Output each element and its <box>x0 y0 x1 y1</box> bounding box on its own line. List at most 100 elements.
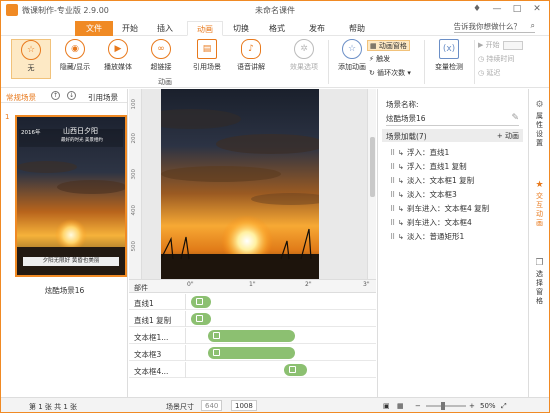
animation-pane-button[interactable]: ▦ 动画窗格 <box>367 40 410 51</box>
tab-file[interactable]: 文件 <box>75 21 113 36</box>
timeline-bar[interactable] <box>208 347 296 359</box>
interaction-panel: 场景名称: 炫酷场景16 ✎ 场景加载(7) + 动画 ⠿ ↳ 浮入：直线1 ⠿ ↳ 浮入… <box>377 89 527 397</box>
timeline-header-label: 部件 <box>134 284 148 292</box>
enter-effect-icon <box>288 366 296 373</box>
animation-event-item[interactable]: ⠿ ↳ 刹车进入：文本框4 <box>390 217 472 229</box>
animation-event-item[interactable]: ⠿ ↳ 浮入：直线1 <box>390 147 449 159</box>
add-animation-button[interactable]: ☆ 添加动画 <box>332 39 372 79</box>
tab-help[interactable]: 帮助 <box>343 21 371 36</box>
repeat-button[interactable]: ↻ 循环次数 ▾ <box>369 68 411 79</box>
side-tab-selection-label: 选择窗格 <box>536 270 543 305</box>
timeline-divider <box>185 311 186 327</box>
arrow-up-icon[interactable]: ↑ <box>51 91 60 100</box>
effect-reference-scene-button[interactable]: ▤ 引用场景 <box>187 39 227 79</box>
drag-handle-icon[interactable]: ⠿ <box>390 233 398 241</box>
timeline-row[interactable]: 文本框3 <box>129 345 376 361</box>
minimize-icon[interactable]: — <box>489 3 505 16</box>
tab-publish[interactable]: 发布 <box>303 21 331 36</box>
timeline-row[interactable]: 直线1 <box>129 294 376 310</box>
edit-icon[interactable]: ✎ <box>511 113 519 123</box>
tab-format[interactable]: 格式 <box>263 21 291 36</box>
timeline-bar[interactable] <box>283 364 307 376</box>
scrollbar-thumb[interactable] <box>370 137 375 197</box>
scene-number: 1 <box>5 113 10 121</box>
timeline-tick: 3" <box>363 281 370 288</box>
fit-icon[interactable]: ▣ <box>383 402 390 410</box>
pane-icon: ▦ <box>370 42 379 50</box>
timeline-bar[interactable] <box>191 313 211 325</box>
side-tab-interactive-animation[interactable]: ★ 交互动画 <box>529 181 549 228</box>
effect-hyperlink-button[interactable]: ∞ 超链接 <box>141 39 181 79</box>
drag-handle-icon[interactable]: ⠿ <box>390 149 398 157</box>
animation-event-item[interactable]: ⠿ ↳ 淡入：文本框3 <box>390 189 457 201</box>
tab-insert[interactable]: 插入 <box>151 21 179 36</box>
scene-load-header: 场景加载(7) + 动画 <box>382 129 523 142</box>
timeline-row[interactable]: 文本框4... <box>129 362 376 378</box>
grid-icon[interactable]: ▦ <box>397 402 404 410</box>
tab-transition[interactable]: 切换 <box>227 21 255 36</box>
enter-effect-icon <box>213 349 221 356</box>
repeat-label: 循环次数 <box>377 69 406 77</box>
tab-reference-scenes[interactable]: 引用场景 <box>88 92 118 103</box>
effect-play-media-button[interactable]: ▶ 播放媒体 <box>98 39 138 79</box>
drag-handle-icon[interactable]: ⠿ <box>390 205 398 213</box>
duration-field[interactable]: ◷ 持续时间 <box>478 54 514 65</box>
tell-me-box[interactable]: 告诉我你想做什么？ ⌕ <box>453 21 535 33</box>
drag-handle-icon[interactable]: ⠿ <box>390 191 398 199</box>
scene-load-label[interactable]: 场景加载(7) <box>386 131 427 142</box>
document-title: 未命名课件 <box>255 6 295 15</box>
timeline-bar[interactable] <box>208 330 296 342</box>
effect-hide-show-button[interactable]: ◉ 隐藏/显示 <box>55 39 95 79</box>
drag-handle-icon[interactable]: ⠿ <box>390 219 398 227</box>
close-icon[interactable]: ✕ <box>529 3 545 16</box>
animation-event-item[interactable]: ⠿ ↳ 淡入：普通矩形1 <box>390 231 464 243</box>
animation-event-item[interactable]: ⠿ ↳ 刹车进入：文本框4 复制 <box>390 203 489 215</box>
fit-window-icon[interactable]: ⤢ <box>501 402 507 411</box>
side-tab-selection-pane[interactable]: ❐ 选择窗格 <box>529 259 549 306</box>
arrow-down-icon[interactable]: ↓ <box>67 91 76 100</box>
scene-list-header: 常规场景 ↑ ↓ 引用场景 <box>1 89 127 103</box>
drag-handle-icon[interactable]: ⠿ <box>390 177 398 185</box>
tab-animation[interactable]: 动画 <box>187 21 223 36</box>
effect-icon: ↳ <box>398 177 404 185</box>
effect-icon: ↳ <box>398 191 404 199</box>
canvas-vertical-scrollbar[interactable] <box>367 89 376 279</box>
animation-event-item[interactable]: ⠿ ↳ 浮入：直线1 复制 <box>390 161 467 173</box>
trigger-button[interactable]: ⚡ 触发 <box>369 54 390 65</box>
animation-event-item[interactable]: ⠿ ↳ 淡入：文本框1 复制 <box>390 175 474 187</box>
timeline-divider <box>185 362 186 378</box>
scene-width-input[interactable]: 640 <box>201 400 223 411</box>
drag-handle-icon[interactable]: ⠿ <box>390 163 398 171</box>
scene-canvas[interactable] <box>161 89 319 279</box>
scene-name-value[interactable]: 炫酷场景16 <box>386 113 426 124</box>
zoom-out-icon[interactable]: − <box>415 402 421 410</box>
tab-home[interactable]: 开始 <box>116 21 144 36</box>
title-bar: 微课制作-专业版 2.9.00 未命名课件 ♦ — □ ✕ <box>1 1 549 19</box>
zoom-in-icon[interactable]: + <box>469 402 475 410</box>
timeline-header: 部件 0" 1" 2" 3" <box>129 280 376 293</box>
variable-check-button[interactable]: (x) 变量检测 <box>429 39 469 79</box>
timeline-bar[interactable] <box>191 296 211 308</box>
scene-size-label: 场景尺寸 <box>166 403 194 411</box>
scene-thumbnail[interactable]: 2016年 山西日夕阳 最好的时光 美景相约 夕阳无限好 黄昏也美丽 <box>15 115 127 277</box>
timeline-row-name: 文本框4... <box>134 367 169 376</box>
effect-options-button[interactable]: ✲ 效果选项 <box>284 39 324 79</box>
timeline-row[interactable]: 文本框1... <box>129 328 376 344</box>
add-animation-link[interactable]: + 动画 <box>497 131 519 141</box>
effect-voice-button[interactable]: ♪ 语音讲解 <box>231 39 271 79</box>
zoom-slider-handle[interactable] <box>441 402 445 410</box>
effect-options-label: 效果选项 <box>290 63 318 71</box>
start-spinner[interactable] <box>502 40 523 50</box>
side-tab-properties[interactable]: ⚙ 属性设置 <box>529 101 549 148</box>
zoom-slider[interactable] <box>426 405 466 407</box>
skin-icon[interactable]: ♦ <box>469 3 485 16</box>
timeline-row[interactable]: 直线1 复制 <box>129 311 376 327</box>
effect-none-button[interactable]: ☆ 无 <box>11 39 51 79</box>
animation-event-label: 浮入：直线1 复制 <box>407 162 467 171</box>
ruler-tick: 500 <box>131 241 137 252</box>
maximize-icon[interactable]: □ <box>509 3 525 16</box>
start-field[interactable]: ▶ 开始 <box>478 40 523 51</box>
scene-height-input[interactable]: 1008 <box>231 400 257 411</box>
tab-normal-scenes[interactable]: 常规场景 <box>6 92 36 103</box>
delay-field[interactable]: ◷ 延迟 <box>478 68 500 79</box>
